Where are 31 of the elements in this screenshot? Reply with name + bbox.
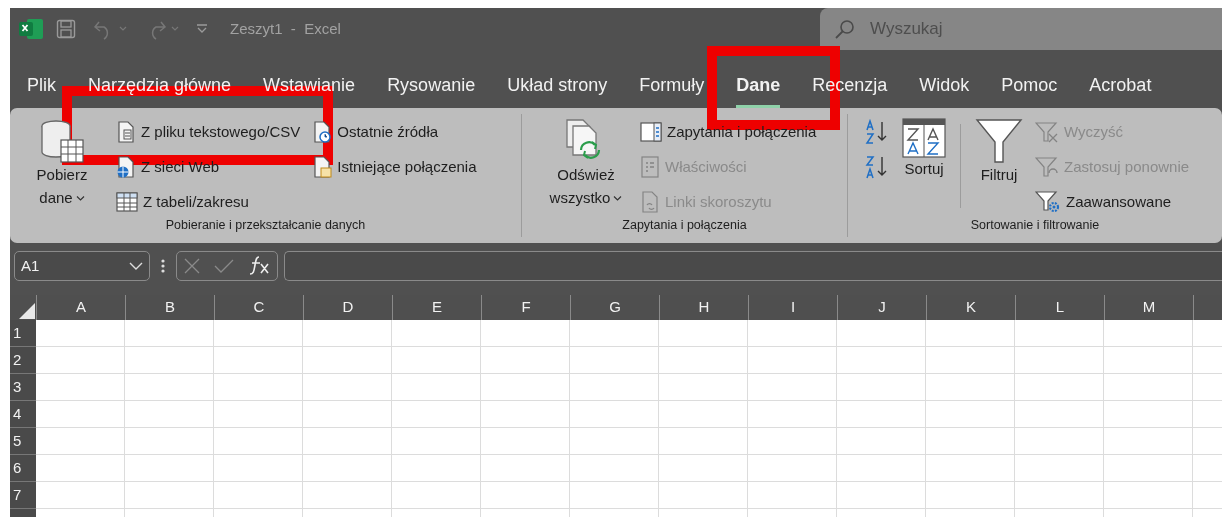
- ribbon-button[interactable]: Sortuj: [900, 118, 948, 181]
- ribbon-button[interactable]: Ostatnie źródła: [310, 118, 479, 146]
- row-header[interactable]: 7: [10, 482, 36, 509]
- row-header[interactable]: 3: [10, 374, 36, 401]
- group-label: Zapytania i połączenia: [621, 217, 748, 234]
- ribbon-button[interactable]: Filtruj: [973, 118, 1025, 187]
- group-label: Sortowanie i filtrowanie: [969, 217, 1101, 234]
- ribbon-tab[interactable]: Plik: [27, 72, 56, 108]
- ribbon-tab[interactable]: Układ strony: [507, 72, 608, 108]
- ribbon-button[interactable]: Odśwież wszystko: [542, 118, 630, 209]
- row-header[interactable]: 5: [10, 428, 36, 455]
- row-header[interactable]: 2: [10, 347, 36, 374]
- ribbon-button[interactable]: Zaawansowane: [1033, 188, 1192, 216]
- ribbon-tab[interactable]: Widok: [919, 72, 970, 108]
- ribbon-tab[interactable]: Formuły: [639, 72, 705, 108]
- row-header[interactable]: 1: [10, 320, 36, 347]
- ribbon-button[interactable]: Istniejące połączenia: [310, 153, 479, 181]
- ribbon-tab[interactable]: Pomoc: [1001, 72, 1058, 108]
- row-header[interactable]: 6: [10, 455, 36, 482]
- ribbon-tab[interactable]: Acrobat: [1089, 72, 1152, 108]
- cell-reference: A1: [21, 255, 40, 276]
- group-label: Pobieranie i przekształcanie danych: [164, 217, 367, 234]
- search-field[interactable]: Wyszukaj: [868, 15, 1168, 43]
- window-title: Zeszyt1 - Excel: [230, 18, 341, 39]
- ribbon-tab[interactable]: Rysowanie: [387, 72, 476, 108]
- ribbon-button[interactable]: Z tabeli/zakresu: [114, 188, 303, 216]
- name-box[interactable]: A1: [14, 251, 150, 281]
- search-box[interactable]: Wyszukaj: [820, 8, 1222, 50]
- row-header[interactable]: 4: [10, 401, 36, 428]
- ribbon-button[interactable]: Pobierz dane: [18, 118, 106, 209]
- ribbon-button[interactable]: Z pliku tekstowego/CSV: [114, 118, 303, 146]
